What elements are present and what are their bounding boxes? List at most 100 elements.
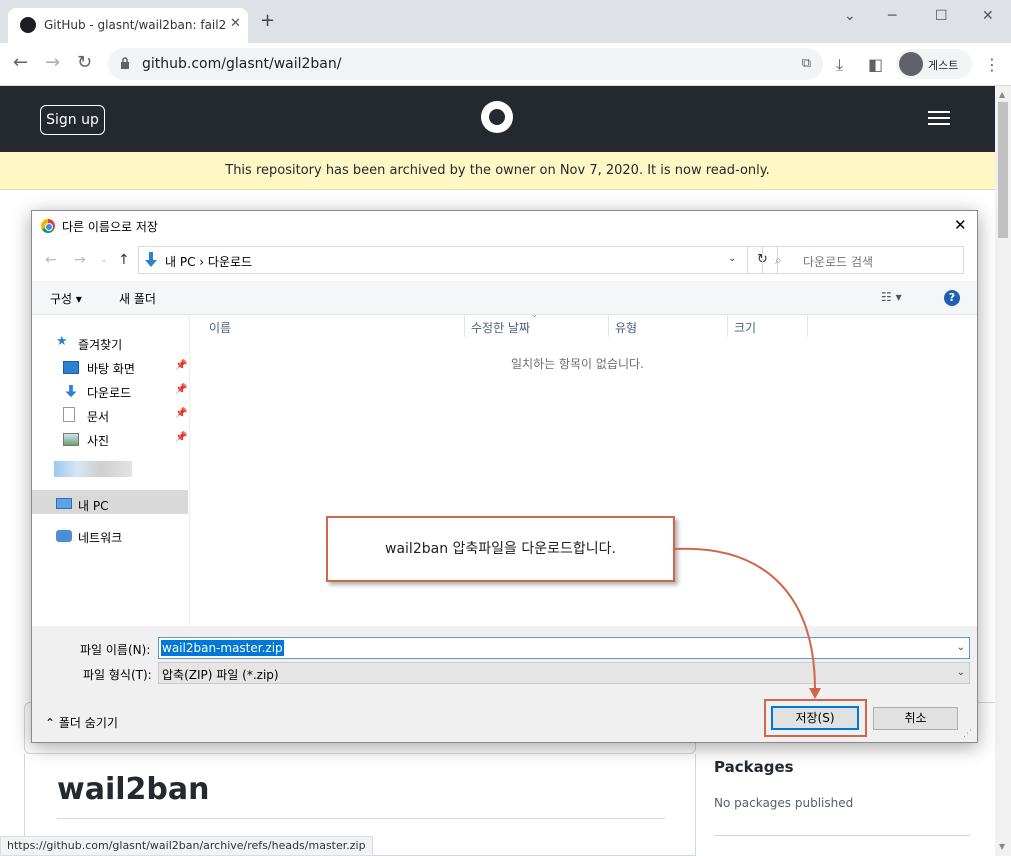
breadcrumb[interactable]: 내 PC › 다운로드 [165, 253, 252, 270]
minimize-icon[interactable]: ─ [888, 8, 896, 24]
blurred-drive-item[interactable] [54, 461, 132, 477]
up-folder-icon[interactable]: ↑ [118, 252, 130, 268]
recent-locations-icon[interactable]: ⌄ [100, 255, 108, 265]
github-favicon-icon [20, 17, 36, 33]
new-tab-icon[interactable]: + [260, 12, 275, 30]
column-separator[interactable] [807, 315, 808, 337]
nav-item-downloads[interactable]: 다운로드 📌 [63, 381, 189, 403]
github-header: Sign up [0, 86, 995, 152]
download-icon[interactable]: ⤓ [836, 55, 843, 75]
tab-strip: GitHub - glasnt/wail2ban: fail2ban ✕ + ⌄… [0, 0, 1011, 43]
computer-icon [56, 498, 72, 509]
column-header-type[interactable]: 유형 [615, 319, 637, 336]
chrome-icon [41, 219, 55, 233]
menu-kebab-icon[interactable]: ⋮ [984, 55, 1000, 74]
readme-title: wail2ban [57, 772, 210, 807]
resize-grip-icon[interactable]: ⋰ [963, 729, 972, 739]
back-icon[interactable]: ← [13, 53, 28, 73]
filename-input[interactable]: wail2ban-master.zip ⌄ [158, 637, 970, 659]
nav-label: 네트워크 [78, 531, 123, 545]
filetype-value: 압축(ZIP) 파일 (*.zip) [162, 668, 279, 682]
navigation-pane: ★ 즐겨찾기 바탕 화면 📌 다운로드 📌 문서 📌 사진 📌 내 PC 네트워… [32, 315, 190, 626]
empty-message: 일치하는 항목이 없습니다. [511, 357, 644, 371]
back-icon[interactable]: ← [45, 252, 57, 268]
view-options-icon[interactable]: ☷ ▾ [881, 290, 902, 304]
help-icon[interactable]: ? [944, 290, 960, 306]
browser-tab[interactable]: GitHub - glasnt/wail2ban: fail2ban ✕ [8, 8, 248, 43]
nav-item-pictures[interactable]: 사진 📌 [63, 429, 189, 451]
address-bar[interactable]: github.com/glasnt/wail2ban/ ⧉ [108, 48, 823, 80]
translate-icon[interactable]: ⧉ [802, 56, 811, 71]
annotation-highlight-box [764, 699, 867, 737]
close-dialog-icon[interactable]: ✕ [954, 216, 967, 234]
close-window-icon[interactable]: ✕ [982, 8, 994, 24]
pin-icon: 📌 [175, 384, 188, 395]
nav-item-this-pc[interactable]: 내 PC [56, 494, 186, 516]
dialog-address-row: ← → ⌄ ↑ 내 PC › 다운로드 ⌄ ↻ ⌕ 다운로드 검색 [32, 241, 977, 281]
side-panel-icon[interactable]: ◧ [868, 55, 883, 74]
chevron-down-icon[interactable]: ⌄ [957, 642, 965, 653]
cancel-button[interactable]: 취소 [873, 707, 958, 730]
close-tab-icon[interactable]: ✕ [230, 16, 241, 31]
dialog-titlebar: 다른 이름으로 저장 ✕ [32, 211, 977, 241]
nav-label: 사진 [87, 434, 110, 448]
column-separator[interactable] [608, 315, 609, 337]
path-breadcrumb[interactable]: 내 PC › 다운로드 ⌄ [138, 246, 748, 274]
save-as-dialog: 다른 이름으로 저장 ✕ ← → ⌄ ↑ 내 PC › 다운로드 ⌄ ↻ ⌕ 다… [31, 210, 978, 743]
nav-item-network[interactable]: 네트워크 [56, 526, 186, 548]
chevron-down-icon[interactable]: ⌄ [844, 8, 856, 24]
search-placeholder: 다운로드 검색 [803, 255, 874, 269]
github-logo-icon[interactable] [481, 101, 513, 133]
nav-label: 내 PC [78, 499, 109, 513]
tab-title: GitHub - glasnt/wail2ban: fail2ban [44, 18, 226, 32]
column-header-name[interactable]: 이름 [209, 319, 231, 336]
chevron-down-icon[interactable]: ⌄ [957, 667, 965, 678]
browser-window: GitHub - glasnt/wail2ban: fail2ban ✕ + ⌄… [0, 0, 1011, 856]
nav-item-desktop[interactable]: 바탕 화면 📌 [63, 357, 189, 379]
pin-icon: 📌 [175, 408, 188, 419]
url-text: github.com/glasnt/wail2ban/ [142, 56, 342, 72]
hide-folders-button[interactable]: ⌃ 폴더 숨기기 [45, 714, 118, 731]
nav-item-documents[interactable]: 문서 📌 [63, 405, 189, 427]
reload-icon[interactable]: ↻ [77, 53, 92, 73]
nav-item-quick-access[interactable]: ★ 즐겨찾기 [56, 333, 186, 355]
chevron-up-icon: ⌃ [45, 716, 56, 730]
packages-empty-text: No packages published [714, 796, 854, 810]
scroll-down-icon[interactable]: ▼ [999, 842, 1005, 851]
column-header-date[interactable]: 수정한 날짜 [471, 319, 530, 336]
forward-icon[interactable]: → [74, 252, 86, 268]
column-separator[interactable] [727, 315, 728, 337]
new-folder-button[interactable]: 새 폴더 [119, 290, 156, 307]
network-icon [56, 530, 72, 542]
nav-label: 바탕 화면 [87, 362, 135, 376]
nav-label: 다운로드 [87, 386, 132, 400]
profile-label: 게스트 [928, 59, 959, 72]
hide-folders-label: 폴더 숨기기 [58, 716, 118, 730]
hamburger-menu-icon[interactable] [928, 111, 950, 127]
signup-button[interactable]: Sign up [40, 105, 105, 135]
column-separator[interactable] [464, 315, 465, 337]
download-arrow-icon [65, 385, 77, 398]
search-input[interactable]: ⌕ 다운로드 검색 [762, 246, 964, 274]
sort-indicator-icon: ⌄ [531, 310, 538, 319]
nav-label: 즐겨찾기 [78, 338, 123, 352]
scrollbar-thumb[interactable] [998, 102, 1008, 238]
column-header-size[interactable]: 크기 [734, 319, 756, 336]
forward-icon[interactable]: → [45, 53, 60, 73]
filetype-select[interactable]: 압축(ZIP) 파일 (*.zip) ⌄ [158, 662, 970, 684]
organize-button[interactable]: 구성 ▾ [50, 290, 82, 307]
document-icon [63, 407, 75, 422]
filetype-label: 파일 형식(T): [83, 668, 152, 682]
avatar-icon [899, 52, 923, 76]
lock-icon [121, 57, 129, 69]
chevron-down-icon[interactable]: ⌄ [728, 253, 736, 264]
search-icon: ⌕ [775, 253, 782, 267]
pin-icon: 📌 [175, 432, 188, 443]
maximize-icon[interactable]: ☐ [935, 8, 948, 24]
status-url-bar: https://github.com/glasnt/wail2ban/archi… [0, 836, 373, 856]
packages-heading[interactable]: Packages [714, 758, 794, 776]
page-scrollbar[interactable]: ▲ ▼ [995, 86, 1011, 856]
scroll-up-icon[interactable]: ▲ [999, 90, 1005, 99]
profile-button[interactable]: 게스트 [896, 49, 972, 79]
divider [57, 818, 665, 819]
